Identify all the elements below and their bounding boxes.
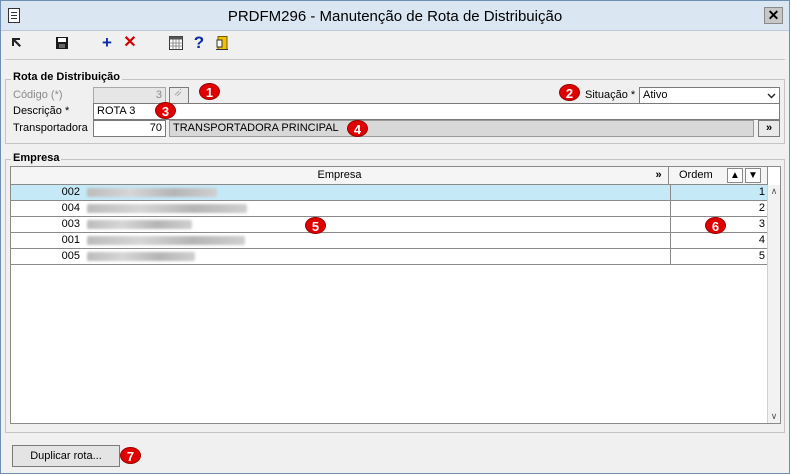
row-ordem: 1 xyxy=(670,185,768,201)
ordem-column-header[interactable]: Ordem ▲ ▼ xyxy=(669,167,768,185)
row-name-redacted xyxy=(84,201,669,217)
marker-4: 4 xyxy=(347,120,368,137)
descricao-label: Descrição * xyxy=(13,105,70,117)
toolbar-separator xyxy=(5,59,785,60)
row-code: 002 xyxy=(61,186,80,198)
transportadora-name-field: TRANSPORTADORA PRINCIPAL xyxy=(169,120,754,137)
move-down-icon[interactable]: ▼ xyxy=(745,168,761,183)
situacao-label: Situação * xyxy=(585,89,636,101)
marker-1: 1 xyxy=(199,83,220,100)
toolbar: + ✕ ? xyxy=(1,32,789,54)
marker-5: 5 xyxy=(305,217,326,234)
situacao-value: Ativo xyxy=(643,89,668,101)
empresa-column-label: Empresa xyxy=(317,169,362,181)
transportadora-lookup-button[interactable]: » xyxy=(758,120,780,137)
empresa-table: Empresa » Ordem ▲ ▼ 002 1 004 2 003 3 00… xyxy=(10,166,781,424)
save-icon[interactable] xyxy=(54,35,70,51)
row-ordem: 2 xyxy=(670,201,768,217)
rota-group-label: Rota de Distribuição xyxy=(11,71,122,83)
row-name-redacted xyxy=(84,249,669,265)
delete-icon[interactable]: ✕ xyxy=(122,35,138,51)
table-row[interactable]: 001 4 xyxy=(11,233,768,249)
add-icon[interactable]: + xyxy=(99,34,115,51)
chevron-down-icon xyxy=(767,93,776,99)
table-row[interactable]: 005 5 xyxy=(11,249,768,265)
situacao-select[interactable]: Ativo xyxy=(639,87,780,104)
move-up-icon[interactable]: ▲ xyxy=(727,168,743,183)
ordem-column-label: Ordem xyxy=(679,169,713,181)
calculator-icon[interactable] xyxy=(168,35,184,51)
row-code: 003 xyxy=(61,218,80,230)
first-record-icon[interactable] xyxy=(9,35,25,51)
empresa-group-label: Empresa xyxy=(11,152,62,164)
close-button[interactable]: ✕ xyxy=(764,7,783,24)
table-row[interactable]: 002 1 xyxy=(11,185,768,201)
row-code: 001 xyxy=(61,234,80,246)
scroll-down-icon[interactable]: ∨ xyxy=(768,410,780,423)
help-icon[interactable]: ? xyxy=(191,34,207,51)
row-code: 005 xyxy=(61,250,80,262)
marker-3: 3 xyxy=(155,102,176,119)
codigo-label: Código (*) xyxy=(13,89,63,101)
scroll-up-icon[interactable]: ∧ xyxy=(768,185,780,198)
window-title: PRDFM296 - Manutenção de Rota de Distrib… xyxy=(227,8,563,25)
table-row[interactable]: 004 2 xyxy=(11,201,768,217)
column-chooser-button[interactable]: » xyxy=(649,167,669,185)
marker-2: 2 xyxy=(559,84,580,101)
descricao-field[interactable]: ROTA 3 xyxy=(93,103,780,120)
row-name-redacted xyxy=(84,233,669,249)
title-bar: PRDFM296 - Manutenção de Rota de Distrib… xyxy=(1,1,789,31)
codigo-field[interactable]: 3 xyxy=(93,87,166,104)
row-code: 004 xyxy=(61,202,80,214)
table-row[interactable]: 003 3 xyxy=(11,217,768,233)
vertical-scrollbar[interactable]: ∧ ∨ xyxy=(767,185,780,423)
row-ordem: 4 xyxy=(670,233,768,249)
row-name-redacted xyxy=(84,217,669,233)
transportadora-label: Transportadora xyxy=(13,122,88,134)
sparkle-icon xyxy=(174,88,182,97)
row-ordem: 5 xyxy=(670,249,768,265)
marker-7: 7 xyxy=(120,447,141,464)
transportadora-code-field[interactable]: 70 xyxy=(93,120,166,137)
main-window: PRDFM296 - Manutenção de Rota de Distrib… xyxy=(0,0,790,474)
codigo-lookup-button[interactable] xyxy=(169,87,189,104)
exit-icon[interactable] xyxy=(214,35,230,51)
duplicar-rota-button[interactable]: Duplicar rota... xyxy=(12,445,120,467)
empresa-column-header[interactable]: Empresa xyxy=(11,167,669,185)
marker-6: 6 xyxy=(705,217,726,234)
row-name-redacted xyxy=(84,185,669,201)
